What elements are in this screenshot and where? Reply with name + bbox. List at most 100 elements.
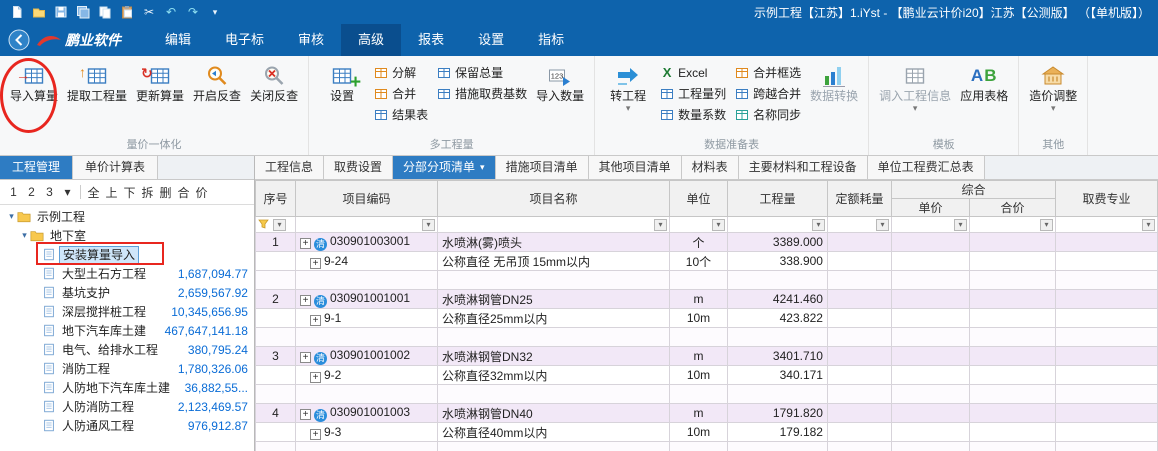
sheet-tab-boq-detail[interactable]: 分部分项清单▾ [393, 156, 496, 179]
tree-toolbar-delete[interactable]: 删 [157, 183, 174, 202]
ribbon-button-excel[interactable]: XExcel [657, 64, 729, 81]
cell-tp[interactable] [969, 347, 1055, 366]
expand-icon[interactable]: + [310, 372, 321, 383]
cell-tp[interactable] [969, 423, 1055, 442]
table-row[interactable]: 2+清030901001001水喷淋钢管DN25m4241.460 [255, 290, 1157, 309]
filter-dropdown-icon[interactable]: ▾ [812, 219, 825, 231]
filter-cell-qty[interactable]: ▾ [727, 217, 827, 233]
ribbon-button-apply-table[interactable]: AB应用表格 [957, 59, 1011, 138]
ribbon-button-to-project[interactable]: 转工程▾ [602, 59, 654, 138]
cell-fee[interactable] [1056, 290, 1158, 309]
header-code[interactable]: 项目编码 [295, 181, 437, 217]
cell-name[interactable]: 公称直径32mm以内 [437, 366, 669, 385]
cell-code[interactable]: +9-1 [295, 309, 437, 328]
expand-icon[interactable]: + [300, 409, 311, 420]
cell-unit[interactable]: 10m [669, 366, 727, 385]
filter-dropdown-icon[interactable]: ▾ [712, 219, 725, 231]
ribbon-button-decompose[interactable]: 分解 [371, 64, 431, 81]
sheet-tab-measure-items[interactable]: 措施项目清单 [496, 156, 589, 179]
cell-seq[interactable]: 4 [255, 404, 295, 423]
cell-tp[interactable] [969, 404, 1055, 423]
cell-unit[interactable]: m [669, 347, 727, 366]
cell-up[interactable] [891, 290, 969, 309]
copy-icon[interactable] [96, 3, 114, 21]
header-name[interactable]: 项目名称 [437, 181, 669, 217]
cell-tp[interactable] [969, 309, 1055, 328]
sheet-tab-major-materials[interactable]: 主要材料和工程设备 [739, 156, 868, 179]
cell-up[interactable] [891, 347, 969, 366]
menu-item-settings[interactable]: 设置 [461, 24, 521, 56]
expand-icon[interactable]: + [310, 315, 321, 326]
cell-name[interactable]: 公称直径 无吊顶 15mm以内 [437, 252, 669, 271]
cell-up[interactable] [891, 366, 969, 385]
sheet-tab-unit-cost-summary[interactable]: 单位工程费汇总表 [868, 156, 985, 179]
header-unit-price[interactable]: 单价 [891, 199, 969, 217]
tree-toolbar-all[interactable]: 全 [85, 183, 102, 202]
menu-item-e-bid[interactable]: 电子标 [208, 24, 281, 56]
open-file-icon[interactable] [30, 3, 48, 21]
menu-item-report[interactable]: 报表 [401, 24, 461, 56]
ribbon-button-keep-total[interactable]: 保留总量 [434, 64, 530, 81]
cell-qty[interactable]: 423.822 [727, 309, 827, 328]
ribbon-button-price-adjust[interactable]: 造价调整▾ [1026, 59, 1080, 138]
filter-cell-seq[interactable]: ▾ [255, 217, 295, 233]
redo-icon[interactable]: ↷ [184, 3, 202, 21]
filter-dropdown-icon[interactable]: ▾ [273, 219, 286, 231]
left-tab-project-manage[interactable]: 工程管理 [0, 156, 73, 179]
filter-cell-quota[interactable]: ▾ [827, 217, 891, 233]
tree-item-电气、给排水工程[interactable]: 电气、给排水工程380,795.24 [0, 340, 254, 359]
cell-tp[interactable] [969, 366, 1055, 385]
cell-qty[interactable]: 340.171 [727, 366, 827, 385]
filter-cell-up[interactable]: ▾ [891, 217, 969, 233]
cell-seq[interactable]: 2 [255, 290, 295, 309]
filter-dropdown-icon[interactable]: ▾ [1040, 219, 1053, 231]
cell-seq[interactable]: 3 [255, 347, 295, 366]
cell-name[interactable]: 水喷淋(雾)喷头 [437, 233, 669, 252]
cell-unit[interactable]: 个 [669, 233, 727, 252]
header-composite[interactable]: 综合 [891, 181, 1055, 199]
ribbon-button-import-quantities[interactable]: →导入算量 [7, 59, 61, 138]
cell-unit[interactable]: m [669, 404, 727, 423]
cell-quota[interactable] [827, 252, 891, 271]
tree-item-安装算量导入[interactable]: 安装算量导入 [0, 245, 254, 264]
expand-icon[interactable]: + [300, 295, 311, 306]
cell-fee[interactable] [1056, 309, 1158, 328]
cell-seq[interactable]: 1 [255, 233, 295, 252]
filter-cell-name[interactable]: ▾ [437, 217, 669, 233]
header-total-price[interactable]: 合价 [969, 199, 1055, 217]
tree-item-深层搅拌桩工程[interactable]: 深层搅拌桩工程10,345,656.95 [0, 302, 254, 321]
tree-item-地下室[interactable]: ▾地下室 [0, 226, 254, 245]
ribbon-button-combine[interactable]: 合并 [371, 85, 431, 102]
sheet-tab-other-items[interactable]: 其他项目清单 [589, 156, 682, 179]
tree-item-人防地下汽车库土建[interactable]: 人防地下汽车库土建36,882,55... [0, 378, 254, 397]
cell-quota[interactable] [827, 366, 891, 385]
cell-name[interactable]: 公称直径25mm以内 [437, 309, 669, 328]
tree-toolbar-price[interactable]: 价 [193, 183, 210, 202]
sheet-tab-project-info[interactable]: 工程信息 [255, 156, 324, 179]
cell-quota[interactable] [827, 309, 891, 328]
tree-toolbar-level-2[interactable]: 2 [23, 183, 40, 202]
cell-up[interactable] [891, 404, 969, 423]
cell-qty[interactable]: 4241.460 [727, 290, 827, 309]
filter-dropdown-icon[interactable]: ▾ [654, 219, 667, 231]
cell-unit[interactable]: 10m [669, 423, 727, 442]
cell-name[interactable]: 水喷淋钢管DN25 [437, 290, 669, 309]
cell-quota[interactable] [827, 404, 891, 423]
cell-code[interactable]: +9-24 [295, 252, 437, 271]
tree-item-大型土石方工程[interactable]: 大型土石方工程1,687,094.77 [0, 264, 254, 283]
ribbon-button-import-quantity-values[interactable]: 123导入数量 [533, 59, 587, 138]
tree-item-人防消防工程[interactable]: 人防消防工程2,123,469.57 [0, 397, 254, 416]
tree-toolbar-level-1[interactable]: 1 [5, 183, 22, 202]
cell-fee[interactable] [1056, 366, 1158, 385]
filter-cell-tp[interactable]: ▾ [969, 217, 1055, 233]
cell-name[interactable]: 公称直径40mm以内 [437, 423, 669, 442]
cell-fee[interactable] [1056, 347, 1158, 366]
cell-qty[interactable]: 3389.000 [727, 233, 827, 252]
cell-tp[interactable] [969, 290, 1055, 309]
cell-name[interactable]: 水喷淋钢管DN32 [437, 347, 669, 366]
cell-unit[interactable]: 10m [669, 309, 727, 328]
expand-icon[interactable]: + [310, 258, 321, 269]
cell-fee[interactable] [1056, 252, 1158, 271]
cell-code[interactable]: +清030901001001 [295, 290, 437, 309]
ribbon-button-extract-quantities[interactable]: ↑提取工程量 [64, 59, 130, 138]
